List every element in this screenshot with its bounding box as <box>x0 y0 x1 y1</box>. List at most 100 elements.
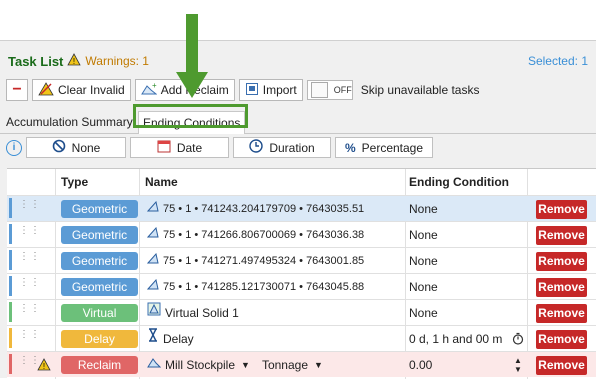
stockpile-icon <box>147 352 162 378</box>
ending-condition-value[interactable]: None <box>409 274 438 300</box>
spinner-icon[interactable]: ▲ ▼ <box>514 356 522 374</box>
import-button[interactable]: Import <box>238 79 303 101</box>
ending-condition-value[interactable]: 0 d, 1 h and 00 m <box>409 326 502 352</box>
table-row[interactable]: ⋮⋮ Geometric 75 • 1 • 741266.806700069 •… <box>7 221 596 247</box>
remove-button[interactable]: Remove <box>536 330 587 349</box>
filter-date-button[interactable]: Date <box>130 137 229 158</box>
selected-count: Selected: 1 <box>527 54 588 68</box>
filter-duration-label: Duration <box>269 140 315 155</box>
import-label: Import <box>262 83 297 97</box>
pointer-arrow-head <box>176 72 208 98</box>
filter-percentage-button[interactable]: % Percentage <box>335 137 433 158</box>
type-badge: Geometric <box>61 226 138 244</box>
task-name: 75 • 1 • 741285.121730071 • 7643045.88 <box>147 274 403 300</box>
svg-text:+: + <box>152 82 157 90</box>
task-name-label: 75 • 1 • 741271.497495324 • 7643001.85 <box>163 255 365 267</box>
panel-title: Task List <box>8 53 64 69</box>
column-header-name[interactable]: Name <box>145 169 178 195</box>
row-color-stripe <box>9 250 12 270</box>
row-color-stripe <box>9 276 12 296</box>
drag-handle-icon[interactable]: ⋮⋮ <box>19 200 41 210</box>
drag-handle-icon[interactable]: ⋮⋮ <box>19 252 41 262</box>
chevron-down-icon[interactable]: ▼ <box>241 352 250 378</box>
drag-handle-icon[interactable]: ⋮⋮ <box>19 278 41 288</box>
type-badge: Reclaim <box>61 356 138 374</box>
filter-duration-button[interactable]: Duration <box>233 137 331 158</box>
remove-button[interactable]: Remove <box>536 200 587 219</box>
task-name: 75 • 1 • 741266.806700069 • 7643036.38 <box>147 222 403 248</box>
info-icon[interactable]: i <box>6 139 22 156</box>
table-row[interactable]: ⋮⋮ Geometric 75 • 1 • 741243.204179709 •… <box>7 195 596 221</box>
table-row[interactable]: ⋮⋮ ! Reclaim Mill Stockpile ▼ Tonnage ▼ … <box>7 351 596 377</box>
filter-none-button[interactable]: None <box>26 137 126 158</box>
svg-text:!: ! <box>73 57 75 66</box>
task-name-label: 75 • 1 • 741285.121730071 • 7643045.88 <box>163 281 365 293</box>
warning-icon <box>38 81 54 99</box>
drag-handle-icon[interactable]: ⋮⋮ <box>19 304 41 314</box>
type-badge: Virtual <box>61 304 138 322</box>
row-color-stripe <box>9 198 12 218</box>
remove-task-button[interactable]: − <box>6 79 28 101</box>
remove-button[interactable]: Remove <box>536 226 587 245</box>
row-color-stripe <box>9 302 12 322</box>
task-grid: Type Name Ending Condition ⋮⋮ Geometric … <box>7 168 596 379</box>
row-color-stripe <box>9 354 12 374</box>
measure-select[interactable]: Tonnage <box>262 352 308 378</box>
ending-condition-value[interactable]: None <box>409 300 438 326</box>
geometric-shape-icon <box>147 196 159 222</box>
type-badge: Geometric <box>61 278 138 296</box>
skip-toggle[interactable]: OFF <box>306 80 353 100</box>
remove-button[interactable]: Remove <box>536 304 587 323</box>
percent-icon: % <box>344 140 356 155</box>
ending-condition-value[interactable]: None <box>409 222 438 248</box>
import-icon <box>245 82 259 99</box>
task-name: 75 • 1 • 741243.204179709 • 7643035.51 <box>147 196 403 222</box>
type-badge: Delay <box>61 330 138 348</box>
drag-handle-icon[interactable]: ⋮⋮ <box>19 330 41 340</box>
calendar-icon <box>157 139 171 156</box>
task-list-panel: Task List ! Warnings: 1 Selected: 1 − Cl… <box>0 40 596 379</box>
virtual-solid-icon <box>147 300 161 326</box>
toggle-knob <box>310 82 328 98</box>
ending-condition-value[interactable]: None <box>409 248 438 274</box>
ending-condition-value[interactable]: 0.00 <box>409 352 432 378</box>
tab-highlight-box <box>133 104 248 128</box>
remove-button[interactable]: Remove <box>536 356 587 375</box>
geometric-shape-icon <box>147 274 159 300</box>
task-name-label: Delay <box>163 332 194 346</box>
drag-handle-icon[interactable]: ⋮⋮ <box>19 226 41 236</box>
task-name: Mill Stockpile ▼ Tonnage ▼ <box>147 352 403 378</box>
no-entry-icon <box>52 139 66 156</box>
clear-invalid-label: Clear Invalid <box>58 83 125 97</box>
geometric-shape-icon <box>147 248 159 274</box>
table-row[interactable]: ⋮⋮ Delay Delay 0 d, 1 h and 00 m Remove <box>7 325 596 351</box>
ending-condition-value[interactable]: None <box>409 196 438 222</box>
tab-accumulation-summary[interactable]: Accumulation Summary <box>2 111 137 133</box>
column-header-ending-condition[interactable]: Ending Condition <box>409 169 509 195</box>
task-name-label: 75 • 1 • 741266.806700069 • 7643036.38 <box>163 229 365 241</box>
task-name: Delay <box>147 326 403 352</box>
filter-date-label: Date <box>176 140 203 155</box>
stockpile-select[interactable]: Mill Stockpile <box>165 352 235 378</box>
task-name-label: Virtual Solid 1 <box>165 306 239 320</box>
remove-button[interactable]: Remove <box>536 252 587 271</box>
clear-invalid-button[interactable]: Clear Invalid <box>32 79 131 101</box>
hourglass-icon <box>147 326 159 352</box>
warning-icon: ! <box>67 53 82 69</box>
chevron-down-icon[interactable]: ▼ <box>314 352 323 378</box>
row-color-stripe <box>9 224 12 244</box>
type-badge: Geometric <box>61 252 138 270</box>
table-row[interactable]: ⋮⋮ Geometric 75 • 1 • 741271.497495324 •… <box>7 247 596 273</box>
remove-button[interactable]: Remove <box>536 278 587 297</box>
warnings-count: Warnings: 1 <box>85 54 149 68</box>
filter-bar: i None Date Duration % Percentage <box>6 137 433 158</box>
filter-none-label: None <box>71 140 101 155</box>
warning-icon: ! <box>37 358 51 374</box>
column-header-type[interactable]: Type <box>61 169 88 195</box>
table-row[interactable]: ⋮⋮ Geometric 75 • 1 • 741285.121730071 •… <box>7 273 596 299</box>
timer-icon[interactable] <box>512 332 524 348</box>
toggle-state: OFF <box>333 85 352 95</box>
type-badge: Geometric <box>61 200 138 218</box>
table-row[interactable]: ⋮⋮ Virtual Virtual Solid 1 None Remove <box>7 299 596 325</box>
toolbar: − Clear Invalid + Add Reclaim Import OFF… <box>6 79 479 101</box>
